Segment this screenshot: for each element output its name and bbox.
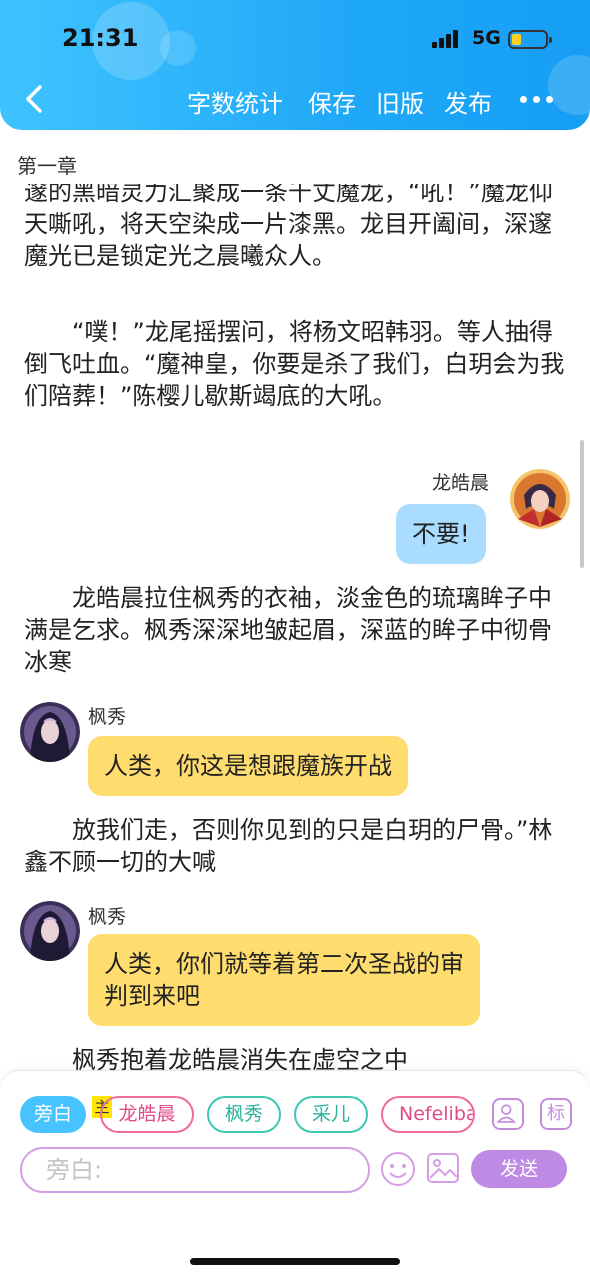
publish-button[interactable]: 发布 <box>444 84 492 119</box>
narration-input[interactable] <box>46 1155 346 1185</box>
word-count-button[interactable]: 字数统计 <box>187 84 283 119</box>
speaker-name: 龙皓晨 <box>432 472 490 494</box>
person-icon[interactable] <box>492 1098 524 1130</box>
chat-bubble: 人类，你们就等着第二次圣战的审判到来吧 <box>88 934 480 1026</box>
avatar-fengxiu[interactable] <box>20 702 80 762</box>
story-paragraph: 邃的黑暗灵力汇聚成一条千丈魔龙，“吼！”魔龙仰天嘶吼，将天空染成一片漆黑。龙目开… <box>24 184 553 270</box>
character-chip-longhaochen[interactable]: 龙皓晨 <box>100 1096 194 1133</box>
old-version-button[interactable]: 旧版 <box>376 84 424 119</box>
avatar-fengxiu[interactable] <box>20 901 80 961</box>
character-chip-fengxiu[interactable]: 枫秀 <box>207 1096 281 1133</box>
back-chevron-icon[interactable] <box>20 83 50 115</box>
save-button[interactable]: 保存 <box>308 84 356 119</box>
chat-bubble: 人类，你这是想跟魔族开战 <box>88 736 408 796</box>
send-button[interactable]: 发送 <box>471 1150 567 1188</box>
header: 21:31 5G 字数统计 保存 旧版 发布 <box>0 0 590 130</box>
more-dots-icon[interactable] <box>520 96 554 104</box>
scrollbar[interactable] <box>580 440 584 568</box>
character-chip-nefeliba[interactable]: Nefeliba <box>381 1096 475 1133</box>
speaker-name: 枫秀 <box>88 906 127 928</box>
smile-icon[interactable] <box>380 1151 416 1187</box>
battery-icon <box>508 30 552 49</box>
status-time: 21:31 <box>62 24 139 52</box>
chat-bubble: 不要! <box>396 504 486 564</box>
home-indicator[interactable] <box>190 1258 400 1265</box>
avatar-longhaochen[interactable] <box>510 469 570 529</box>
narration-input-box[interactable] <box>20 1147 370 1193</box>
decor-bubble <box>160 30 196 66</box>
story-paragraph: 龙皓晨拉住枫秀的衣袖，淡金色的琉璃眸子中满是乞求。枫秀深深地皱起眉，深蓝的眸子中… <box>24 584 552 676</box>
image-icon[interactable] <box>426 1152 460 1184</box>
story-paragraph: 放我们走，否则你见到的只是白玥的尸骨。”林鑫不顾一切的大喊 <box>24 816 553 876</box>
editor-screen: 21:31 5G 字数统计 保存 旧版 发布 第一章 邃的黑暗灵力汇聚成一条千丈… <box>0 0 590 1280</box>
story-paragraph: 枫秀抱着龙皓晨消失在虚空之中 <box>24 1046 408 1070</box>
network-label: 5G <box>472 27 501 49</box>
speaker-name: 枫秀 <box>88 706 127 728</box>
narrator-chip[interactable]: 旁白 <box>20 1096 86 1133</box>
story-paragraph: “噗！”龙尾摇摆问，将杨文昭韩羽。等人抽得倒飞吐血。“魔神皇，你要是杀了我们，白… <box>24 318 565 410</box>
chapter-title: 第一章 <box>17 154 77 178</box>
character-chip-caier[interactable]: 采儿 <box>294 1096 368 1133</box>
story-content: 邃的黑暗灵力汇聚成一条千丈魔龙，“吼！”魔龙仰天嘶吼，将天空染成一片漆黑。龙目开… <box>0 184 590 1070</box>
decor-bubble <box>548 55 590 115</box>
signal-icon <box>432 30 462 48</box>
tag-icon[interactable]: 标 <box>540 1098 572 1130</box>
